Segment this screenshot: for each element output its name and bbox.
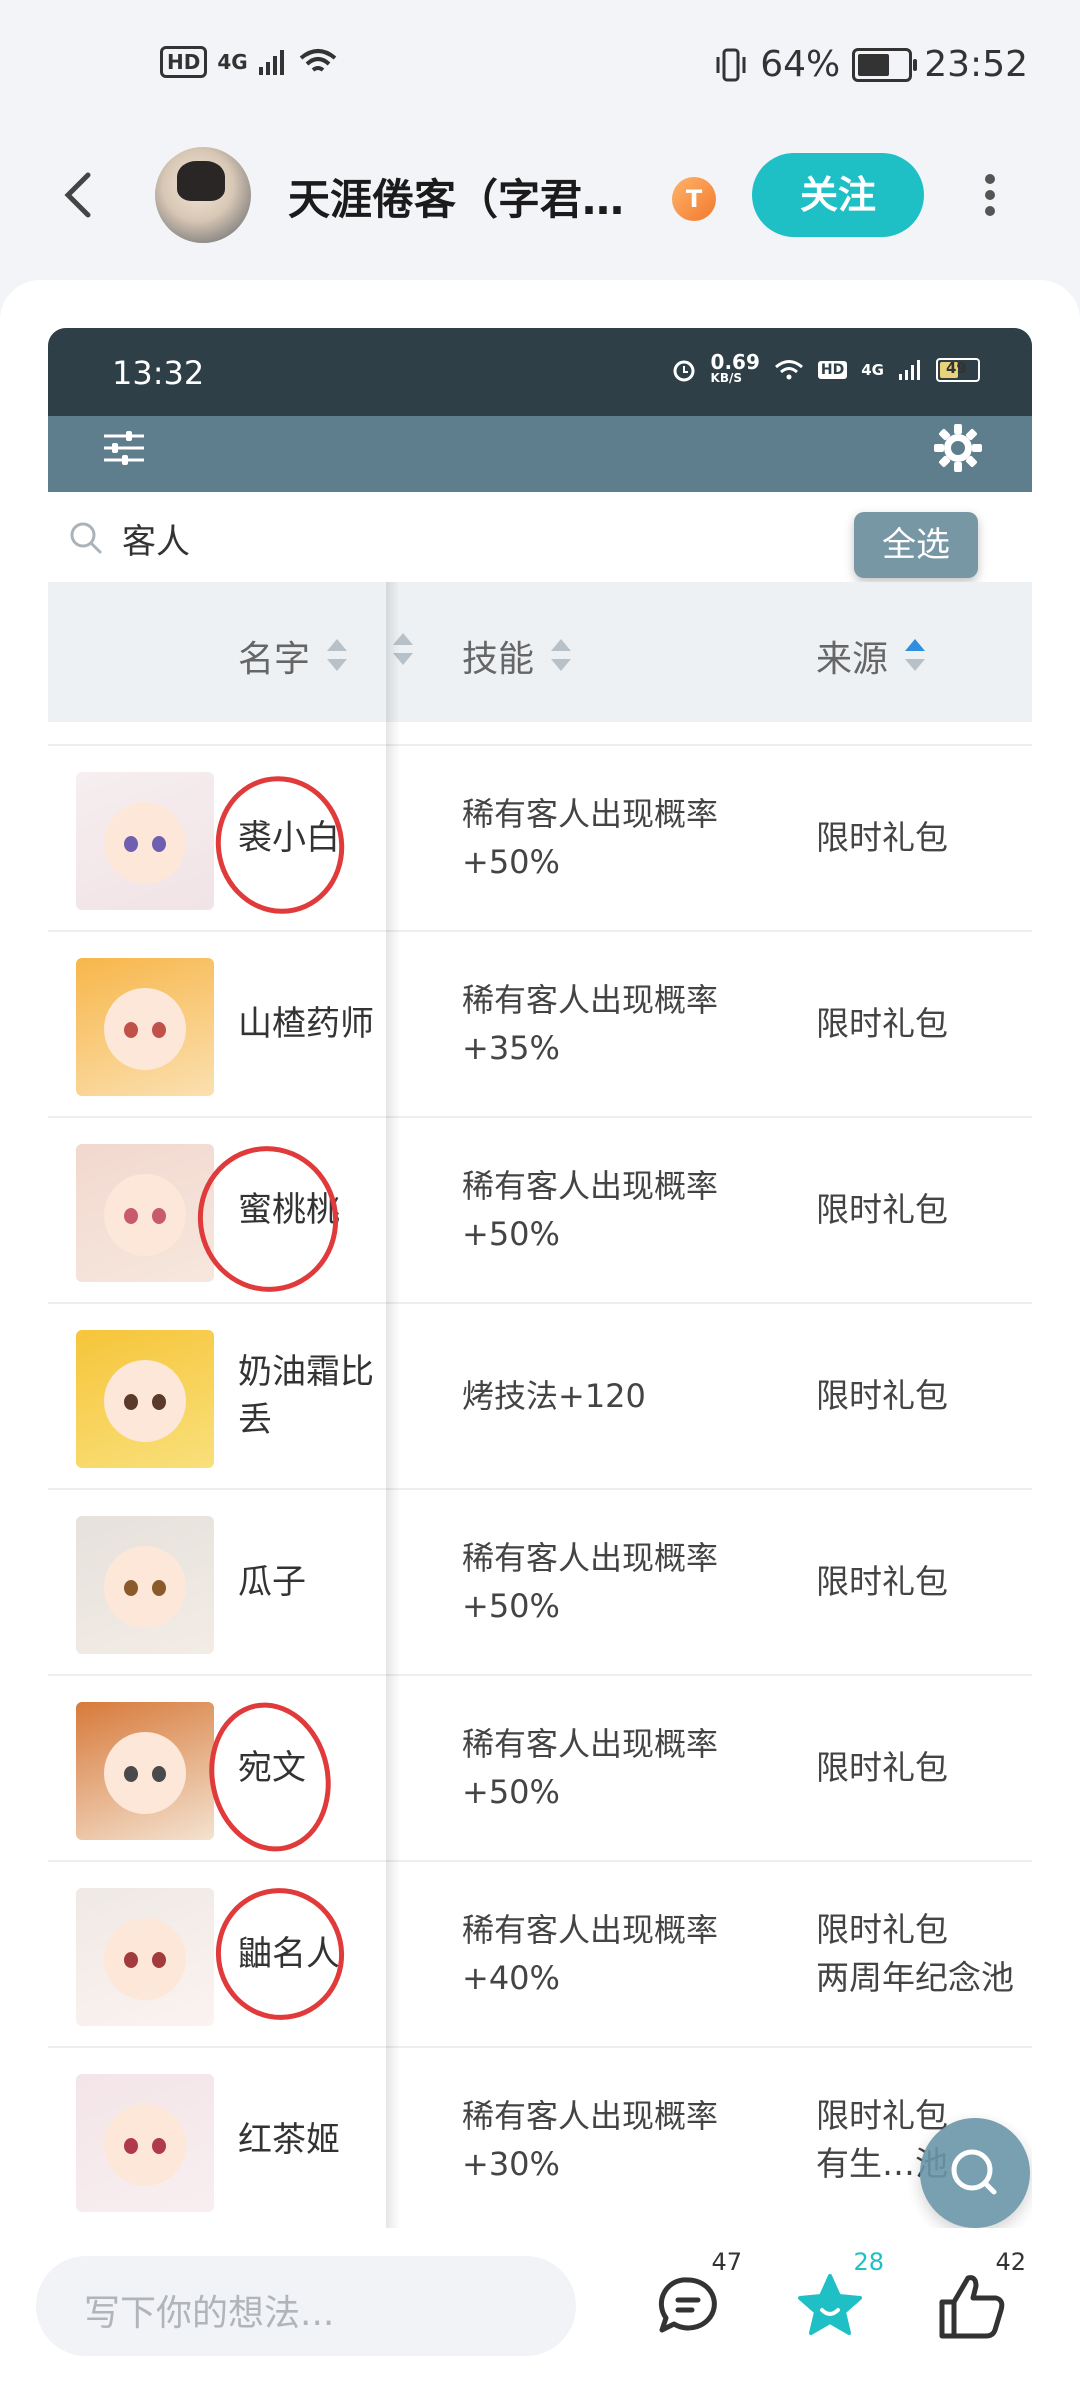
table-row[interactable]: 蜜桃桃 稀有客人出现概率+50% 限时礼包	[48, 1118, 1032, 1305]
cell-source: 限时礼包	[816, 1190, 948, 1229]
sort-icon	[548, 636, 574, 676]
column-header-skill[interactable]: 技能	[462, 630, 574, 682]
character-thumbnail	[76, 1702, 214, 1840]
bottom-action-bar: 写下你的想法... 47 28 42	[0, 2228, 1080, 2400]
character-thumbnail	[76, 1516, 214, 1654]
table-row[interactable]: 宛文 稀有客人出现概率+50% 限时礼包	[48, 1676, 1032, 1863]
follow-button[interactable]: 关注	[752, 153, 924, 237]
search-input[interactable]: 客人	[122, 514, 190, 563]
battery-percent: 64%	[760, 44, 841, 85]
wifi-icon	[774, 360, 803, 380]
character-thumbnail	[76, 1144, 214, 1282]
cell-source: 限时礼包	[816, 1562, 948, 1601]
cell-skill: 稀有客人出现概率+50%	[462, 1725, 719, 1811]
favorite-button[interactable]: 28	[790, 2248, 884, 2348]
star-count: 28	[853, 2248, 884, 2276]
hd-badge: HD	[160, 46, 208, 78]
table-row[interactable]: 裘小白 稀有客人出现概率+50% 限时礼包	[48, 744, 1032, 932]
hd-badge: HD	[817, 361, 848, 379]
table-body: 裘小白 稀有客人出现概率+50% 限时礼包 山楂药师 稀有客人出现概率+35% 限时礼包蜜…	[48, 722, 1032, 2230]
character-thumbnail	[76, 1888, 214, 2026]
character-thumbnail	[76, 2074, 214, 2212]
floating-search-button[interactable]	[920, 2118, 1030, 2228]
cell-skill: 烤技法+120	[462, 1377, 646, 1415]
sort-asc-icon	[902, 636, 928, 676]
column-header-source[interactable]: 来源	[816, 630, 928, 682]
embedded-screenshot: 13:32 0.69 KB/S HD 4G 49 客人 全选 名字 技能 来源 …	[48, 328, 1032, 2230]
cell-source: 限时礼包 两周年纪念池	[816, 1910, 1014, 1997]
table-row[interactable]: 瓜子 稀有客人出现概率+50% 限时礼包	[48, 1490, 1032, 1676]
battery-level: 49	[946, 359, 967, 377]
user-name[interactable]: 天涯倦客（字君…	[288, 166, 624, 227]
cell-skill: 稀有客人出现概率+50%	[462, 1539, 719, 1625]
character-thumbnail	[76, 1330, 214, 1468]
search-bar[interactable]: 客人 全选	[48, 492, 1032, 582]
cell-name: 山楂药师	[238, 1004, 374, 1044]
battery-icon: 49	[936, 358, 980, 382]
wifi-icon	[299, 49, 336, 72]
cell-skill: 稀有客人出现概率+50%	[462, 795, 719, 881]
cell-skill: 稀有客人出现概率+30%	[462, 2097, 719, 2183]
status-right: 64% 23:52	[714, 44, 1028, 85]
post-content: 13:32 0.69 KB/S HD 4G 49 客人 全选 名字 技能 来源 …	[0, 280, 1080, 2230]
comment-input[interactable]: 写下你的想法...	[36, 2256, 576, 2356]
battery-icon	[852, 47, 918, 82]
signal-icon	[258, 50, 284, 75]
signal-icon	[899, 360, 920, 380]
net-type: 4G	[861, 361, 884, 379]
comment-button[interactable]: 47	[648, 2248, 742, 2348]
like-button[interactable]: 42	[932, 2248, 1026, 2348]
system-status-bar: HD 4G 64% 23:52	[0, 0, 1080, 140]
screenshot-status-bar: 13:32 0.69 KB/S HD 4G 49	[48, 328, 1032, 416]
net-speed-value: 0.69	[710, 350, 760, 374]
clock: 23:52	[924, 44, 1028, 85]
column-header-label: 技能	[462, 639, 535, 680]
screenshot-time: 13:32	[112, 354, 205, 392]
cell-name: 红茶姬	[238, 2120, 340, 2160]
cell-source: 限时礼包	[816, 1376, 948, 1415]
level-badge: T	[672, 177, 716, 221]
chevron-left-icon	[64, 172, 91, 218]
cell-skill: 稀有客人出现概率+50%	[462, 1167, 719, 1253]
like-count: 42	[995, 2248, 1026, 2276]
frozen-column-shadow	[386, 582, 400, 2230]
character-thumbnail	[76, 958, 214, 1096]
cell-skill: 稀有客人出现概率+40%	[462, 1911, 719, 1997]
cell-source: 限时礼包	[816, 818, 948, 857]
cell-source: 限时礼包	[816, 1004, 948, 1043]
cell-name: 瓜子	[238, 1562, 306, 1602]
search-icon	[951, 2149, 997, 2195]
filter-icon[interactable]	[102, 428, 146, 468]
vibrate-icon	[716, 48, 746, 81]
net-speed: 0.69 KB/S	[710, 350, 760, 386]
more-icon[interactable]	[970, 168, 1010, 224]
comment-placeholder: 写下你的想法...	[84, 2293, 335, 2334]
table-row[interactable]: 奶油霜比丢 烤技法+120 限时礼包	[48, 1304, 1032, 1490]
table-row[interactable]: 鼬名人 稀有客人出现概率+40% 限时礼包 两周年纪念池	[48, 1862, 1032, 2048]
column-header-label: 来源	[816, 639, 889, 680]
cell-skill: 稀有客人出现概率+35%	[462, 981, 719, 1067]
status-left: HD 4G	[160, 46, 338, 78]
column-header-label: 名字	[238, 639, 311, 680]
character-thumbnail	[76, 772, 214, 910]
select-all-button[interactable]: 全选	[854, 512, 978, 578]
table-header: 名字 技能 来源	[48, 582, 1032, 722]
column-header-name[interactable]: 名字	[238, 630, 350, 682]
back-button[interactable]	[50, 165, 110, 225]
app-header: 天涯倦客（字君… T 关注	[0, 140, 1080, 250]
cell-source: 限时礼包	[816, 1748, 948, 1787]
table-row[interactable]: 红茶姬 稀有客人出现概率+30% 限时礼包 有生…池	[48, 2048, 1032, 2230]
avatar[interactable]	[155, 147, 251, 243]
cell-name: 奶油霜比丢	[238, 1352, 374, 1440]
alarm-icon	[673, 360, 695, 382]
gear-icon[interactable]	[932, 422, 984, 474]
search-icon	[70, 522, 102, 554]
table-row[interactable]: 山楂药师 稀有客人出现概率+35% 限时礼包	[48, 932, 1032, 1118]
net-speed-unit: KB/S	[710, 371, 743, 385]
screenshot-status-icons: 0.69 KB/S HD 4G 49	[671, 350, 980, 386]
sort-icon	[324, 636, 350, 676]
net-type: 4G	[217, 50, 248, 74]
comment-count: 47	[711, 2248, 742, 2276]
screenshot-header: 13:32 0.69 KB/S HD 4G 49	[48, 328, 1032, 492]
